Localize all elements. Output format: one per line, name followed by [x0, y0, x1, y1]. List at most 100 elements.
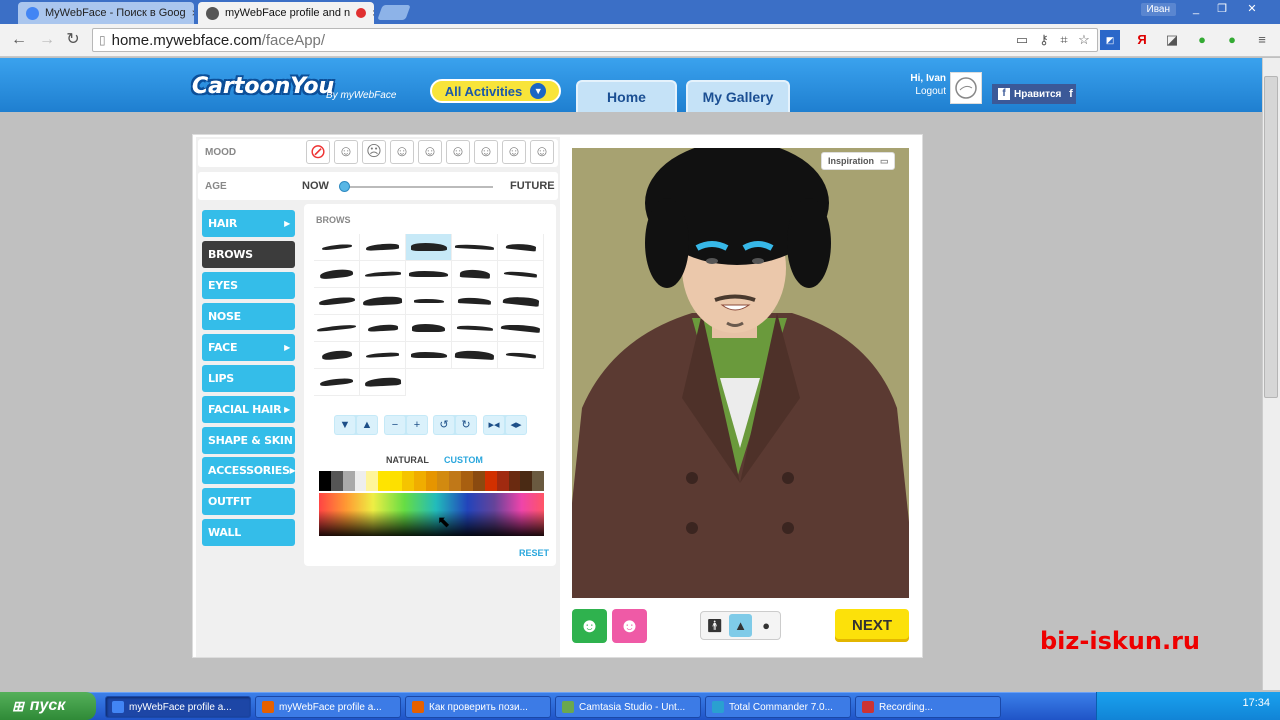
avatar[interactable]: [950, 72, 982, 104]
taskbar-item[interactable]: myWebFace profile a...: [105, 696, 251, 718]
extension-icon[interactable]: ◪: [1162, 30, 1182, 50]
extension-icon[interactable]: ●: [1192, 30, 1212, 50]
category-accessories[interactable]: ACCESSORIES ▶: [202, 457, 296, 484]
tab-natural[interactable]: NATURAL: [378, 452, 437, 468]
tab-my-gallery[interactable]: My Gallery: [686, 80, 790, 112]
brow-option[interactable]: [452, 315, 498, 342]
taskbar-item[interactable]: Total Commander 7.0...: [705, 696, 851, 718]
enlarge-button[interactable]: +: [407, 416, 427, 434]
close-window-button[interactable]: ✕: [1240, 1, 1264, 17]
brow-option[interactable]: [314, 288, 360, 315]
category-lips[interactable]: LIPS: [202, 365, 295, 392]
full-body-icon[interactable]: 🚹︎: [703, 614, 727, 637]
key-icon[interactable]: ⚷: [1034, 30, 1054, 50]
narrow-button[interactable]: ▸◂: [484, 416, 504, 434]
mood-angry-icon[interactable]: ☺: [390, 140, 414, 164]
brow-option[interactable]: [406, 342, 452, 369]
mood-wink-icon[interactable]: ☺: [446, 140, 470, 164]
extension-icon[interactable]: ●: [1222, 30, 1242, 50]
male-head-button[interactable]: ☻: [572, 609, 607, 643]
taskbar-item[interactable]: Как проверить пози...: [405, 696, 551, 718]
yandex-icon[interactable]: Я: [1132, 30, 1152, 50]
facebook-icon[interactable]: f: [1066, 84, 1076, 104]
brow-option[interactable]: [452, 288, 498, 315]
category-outfit[interactable]: OUTFIT: [202, 488, 295, 515]
shrink-button[interactable]: −: [385, 416, 405, 434]
tab-home[interactable]: Home: [576, 80, 677, 112]
brow-option[interactable]: [406, 261, 452, 288]
brow-option[interactable]: [360, 369, 406, 396]
color-swatches[interactable]: [319, 471, 545, 491]
brow-option[interactable]: [314, 342, 360, 369]
logout-link[interactable]: Logout: [900, 86, 946, 97]
camera-icon[interactable]: ▭: [1012, 30, 1032, 50]
minimize-button[interactable]: _: [1184, 1, 1208, 17]
move-up-button[interactable]: ▲: [357, 416, 377, 434]
rotate-right-icon[interactable]: ↻: [456, 416, 476, 434]
head-icon[interactable]: ●: [754, 614, 778, 637]
brow-option[interactable]: [452, 234, 498, 261]
inspiration-button[interactable]: Inspiration ▭: [821, 152, 895, 170]
extension-icon[interactable]: ◩: [1100, 30, 1120, 50]
brow-option[interactable]: [498, 315, 544, 342]
brow-option[interactable]: [452, 261, 498, 288]
mood-surprised-icon[interactable]: ☺: [418, 140, 442, 164]
facebook-like-button[interactable]: f Нравится: [992, 84, 1068, 104]
scrollbar-thumb[interactable]: [1264, 76, 1278, 398]
close-icon[interactable]: ×: [192, 6, 194, 20]
brow-option[interactable]: [360, 234, 406, 261]
reset-link[interactable]: RESET: [519, 548, 549, 558]
brow-option[interactable]: [314, 369, 360, 396]
forward-icon[interactable]: →: [36, 30, 58, 50]
next-button[interactable]: NEXT: [835, 609, 909, 642]
brow-option[interactable]: [498, 234, 544, 261]
brow-option[interactable]: [314, 315, 360, 342]
mood-happy-icon[interactable]: ☺: [502, 140, 526, 164]
back-icon[interactable]: ←: [8, 30, 30, 50]
brow-option[interactable]: [452, 342, 498, 369]
brow-option[interactable]: [406, 234, 452, 261]
tab-mywebface[interactable]: myWebFace profile and n ×: [198, 2, 374, 24]
start-button[interactable]: ⊞ пуск: [0, 692, 96, 720]
brow-option[interactable]: [314, 234, 360, 261]
category-nose[interactable]: NOSE: [202, 303, 295, 330]
reload-icon[interactable]: ↻: [62, 30, 84, 50]
tab-google-search[interactable]: MyWebFace - Поиск в Goog ×: [18, 2, 194, 24]
age-slider-handle[interactable]: [339, 181, 350, 192]
half-body-icon[interactable]: ▲: [728, 614, 753, 637]
female-head-button[interactable]: ☻: [612, 609, 647, 643]
address-bar[interactable]: ▯ home.mywebface.com/faceApp/: [92, 28, 1098, 52]
menu-icon[interactable]: ≡: [1252, 30, 1272, 50]
brow-option[interactable]: [360, 315, 406, 342]
no-mood-icon[interactable]: ⊘: [306, 140, 330, 164]
category-shape-skin[interactable]: SHAPE & SKIN: [202, 427, 295, 454]
category-face[interactable]: FACE ▶: [202, 334, 295, 361]
category-eyes[interactable]: EYES: [202, 272, 295, 299]
translate-icon[interactable]: ⌗: [1054, 30, 1074, 50]
brow-option[interactable]: [360, 288, 406, 315]
brow-option[interactable]: [406, 288, 452, 315]
brow-option[interactable]: [498, 288, 544, 315]
tab-custom[interactable]: CUSTOM: [436, 452, 491, 468]
category-hair[interactable]: HAIR ▶: [202, 210, 295, 237]
category-facial-hair[interactable]: FACIAL HAIR ▶: [202, 396, 295, 423]
mood-neutral-icon[interactable]: ☺: [530, 140, 554, 164]
bookmark-star-icon[interactable]: ☆: [1074, 30, 1094, 50]
mood-smile-icon[interactable]: ☺: [334, 140, 358, 164]
taskbar-item[interactable]: Recording...: [855, 696, 1001, 718]
category-brows[interactable]: BROWS: [202, 241, 295, 268]
close-icon[interactable]: ×: [372, 6, 374, 20]
brow-option[interactable]: [406, 315, 452, 342]
taskbar-item[interactable]: Camtasia Studio - Unt...: [555, 696, 701, 718]
brow-option[interactable]: [498, 261, 544, 288]
age-slider[interactable]: [343, 186, 493, 188]
mood-sad-icon[interactable]: ☹: [362, 140, 386, 164]
new-tab-button[interactable]: [377, 5, 411, 20]
all-activities-button[interactable]: All Activities ▼: [430, 79, 561, 103]
move-down-button[interactable]: ▼: [335, 416, 355, 434]
rotate-left-icon[interactable]: ↺: [434, 416, 454, 434]
brow-option[interactable]: [360, 342, 406, 369]
profile-name[interactable]: Иван: [1140, 3, 1176, 16]
widen-button[interactable]: ◂▸: [506, 416, 526, 434]
category-wall[interactable]: WALL: [202, 519, 295, 546]
